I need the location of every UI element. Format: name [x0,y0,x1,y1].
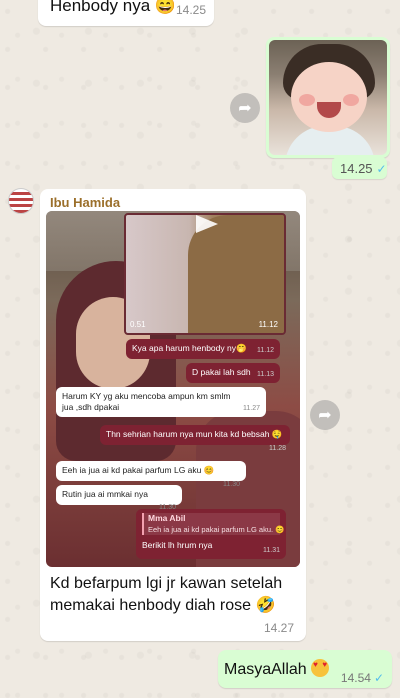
forward-icon[interactable]: ➦ [310,400,340,430]
sender-avatar[interactable] [8,188,34,214]
chip-time: 11.30 [223,481,240,488]
screenshot-chip: Rutin jua ai mmkai nya 11.30 [56,485,182,511]
message-text: Kd befarpum lgi jr kawan setelah memakai… [50,575,283,614]
chip-text: D pakai lah sdh [192,367,251,377]
screenshot-chip: Kya apa harum henbody ny🤭 11.12 [126,339,280,359]
chip-text: Eeh ia jua ai kd pakai parfum LG aku 😊 [62,465,215,475]
message-bubble-partial[interactable]: Henbody nya 😄 14.25 [38,0,214,26]
time-text: 14.25 [340,161,373,176]
chip-time: 11.27 [243,405,260,412]
screenshot-chip: Thn sehrian harum nya mun kita kd bebsah… [100,425,290,452]
screenshot-chip: Harum KY yg aku mencoba ampun km smlm ju… [56,387,266,417]
message-time: 14.27 [263,621,294,635]
message-text-content: MasyaAllah [224,661,307,678]
chip-text: Thn sehrian harum nya mun kita kd bebsah… [106,429,283,439]
time-text: 14.54 [340,671,371,685]
incoming-image-message[interactable]: Ibu Hamida 0.51 11.12 Kya apa harum henb… [40,189,306,641]
chip-text: Harum KY yg aku mencoba ampun km smlm [62,391,231,401]
chip-text: Berikit lh hrum nya [142,540,213,550]
quoted-sender: Mma Abil [148,513,186,523]
forward-icon[interactable]: ➦ [230,93,260,123]
video-duration: 0.51 [130,320,146,329]
outgoing-message[interactable]: MasyaAllah 14.54✓ [218,650,392,688]
screenshot-reply-chip: Mma Abil Eeh ia jua ai kd pakai parfum L… [136,509,286,559]
chip-text-2: jua ,sdh dpakai [62,402,120,412]
photo-message[interactable] [266,37,390,158]
message-text: MasyaAllah [224,659,330,679]
baby-photo[interactable] [269,40,387,155]
chip-time: 11.28 [269,445,286,452]
heart-eyes-emoji-icon [311,659,330,677]
video-thumbnail: 0.51 11.12 [124,213,286,335]
screenshot-chip: Eeh ia jua ai kd pakai parfum LG aku 😊 1… [56,461,246,488]
chip-text: Rutin jua ai mmkai nya [62,489,148,499]
chip-time: 11.12 [257,347,274,354]
photo-time: 14.25 ✓ [332,157,387,179]
read-tick-icon: ✓ [376,162,387,176]
message-time: 14.54 ✓ [341,671,384,685]
chip-time: 11.13 [257,371,274,378]
screenshot-chip: D pakai lah sdh 11.13 [186,363,280,383]
chip-text: Kya apa harum henbody ny🤭 [132,343,247,353]
video-timestamp: 11.12 [258,320,278,329]
quoted-text: Eeh ia jua ai kd pakai parfum LG aku. 😊 [148,525,285,534]
sender-name[interactable]: Ibu Hamida [50,195,120,210]
chip-time: 11.31 [263,547,280,554]
chat-screenshot-image[interactable]: 0.51 11.12 Kya apa harum henbody ny🤭 11.… [46,211,300,567]
read-tick-icon: ✓ [373,671,384,685]
message-text: Henbody nya 😄 [50,0,177,15]
message-time: 14.25 [175,3,206,17]
